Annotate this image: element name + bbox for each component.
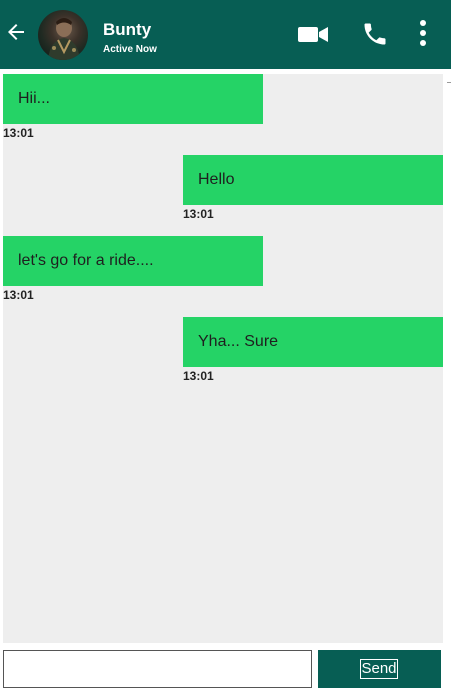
phone-icon [364, 23, 386, 45]
arrow-left-icon [8, 24, 24, 40]
message-time: 13:01 [183, 207, 214, 221]
divider [447, 82, 451, 83]
message-bubble: Yha... Sure [183, 317, 443, 367]
voice-call-button[interactable] [361, 20, 389, 48]
video-camera-icon [298, 27, 328, 42]
message-time: 13:01 [183, 369, 214, 383]
send-button-label: Send [360, 659, 398, 679]
back-button[interactable] [4, 20, 28, 44]
chat-app: Bunty Active Now Hii... 13:01 Hello 13:0… [0, 0, 451, 695]
more-options-button[interactable] [414, 18, 432, 48]
message-bubble: let's go for a ride.... [3, 236, 263, 286]
avatar-image [48, 18, 80, 60]
message-bubble: Hii... [3, 74, 263, 124]
chat-header: Bunty Active Now [0, 0, 451, 69]
contact-status: Active Now [103, 44, 157, 55]
more-vert-icon [420, 20, 426, 46]
message-input[interactable] [3, 650, 312, 688]
outgoing-message: Yha... Sure 13:01 [183, 317, 443, 383]
avatar[interactable] [38, 10, 88, 60]
incoming-message: let's go for a ride.... 13:01 [3, 236, 263, 302]
contact-name: Bunty [103, 20, 152, 39]
message-list[interactable]: Hii... 13:01 Hello 13:01 let's go for a … [3, 74, 443, 643]
message-bubble: Hello [183, 155, 443, 205]
send-button[interactable]: Send [318, 650, 441, 688]
video-call-button[interactable] [297, 22, 329, 46]
message-time: 13:01 [3, 288, 34, 302]
outgoing-message: Hello 13:01 [183, 155, 443, 221]
message-time: 13:01 [3, 126, 34, 140]
incoming-message: Hii... 13:01 [3, 74, 263, 140]
